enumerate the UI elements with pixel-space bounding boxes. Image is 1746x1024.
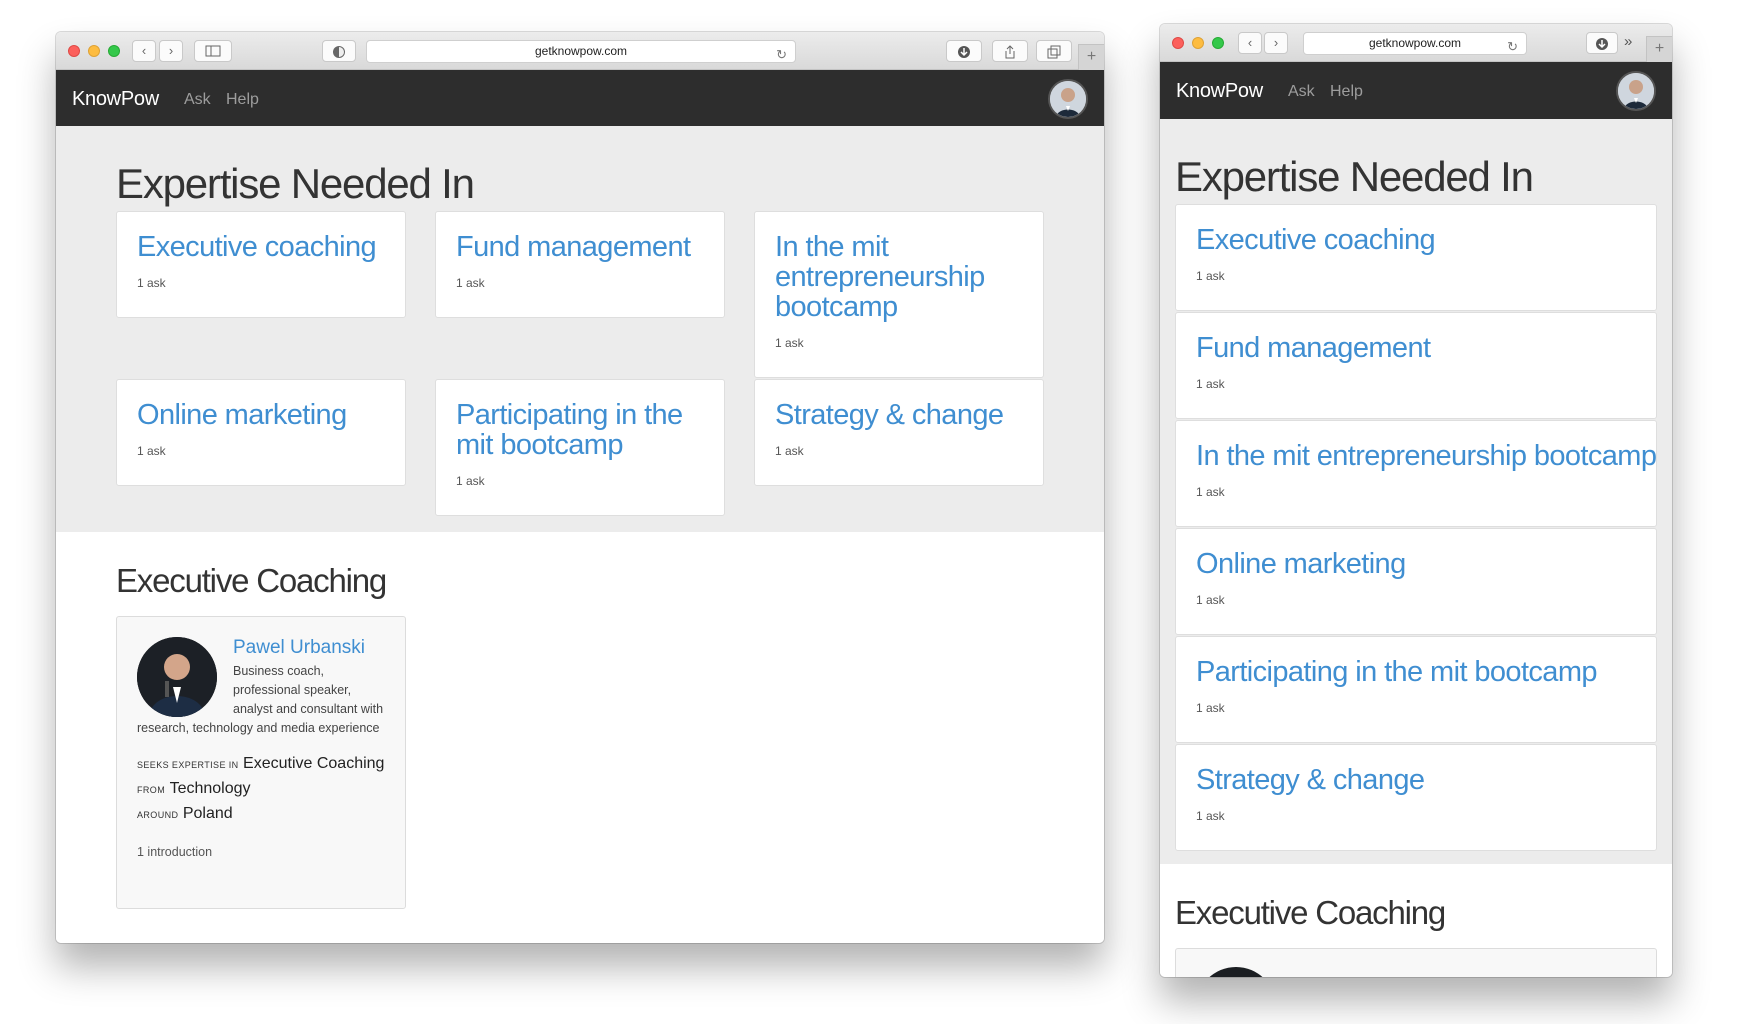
expertise-card[interactable]: Participating in the mit bootcamp 1 ask	[1175, 636, 1657, 743]
seeks-value: Executive Coaching	[243, 755, 385, 772]
minimize-window-button[interactable]	[1192, 37, 1204, 49]
new-tab-icon[interactable]: +	[1078, 44, 1104, 70]
forward-icon[interactable]: ›	[1264, 32, 1288, 54]
address-bar[interactable]: getknowpow.com ↻	[1303, 32, 1527, 55]
person-photo	[137, 637, 217, 717]
expertise-section: Expertise Needed In Executive coaching 1…	[56, 126, 1104, 532]
expertise-heading: Expertise Needed In	[1175, 153, 1534, 200]
executive-section: Executive Coaching	[1160, 864, 1672, 977]
reload-icon[interactable]: ↻	[1507, 36, 1518, 57]
browser-toolbar: ‹ › getknowpow.com ↻ » +	[1160, 24, 1672, 62]
downloads-icon[interactable]	[1586, 32, 1618, 54]
new-tab-icon[interactable]: +	[1646, 36, 1672, 62]
expertise-card[interactable]: In the mit entrepreneurship bootcamp 1 a…	[754, 211, 1044, 378]
back-icon[interactable]: ‹	[132, 40, 156, 62]
share-icon[interactable]	[992, 40, 1028, 62]
card-title[interactable]: Strategy & change	[1196, 765, 1636, 795]
card-count: 1 ask	[775, 444, 804, 458]
top-navbar: KnowPow Ask Help	[1160, 62, 1672, 119]
card-count: 1 ask	[1196, 701, 1225, 715]
expertise-card[interactable]: Strategy & change 1 ask	[754, 379, 1044, 486]
expertise-card[interactable]: Participating in the mit bootcamp 1 ask	[435, 379, 725, 516]
close-window-button[interactable]	[68, 45, 80, 57]
brand-logo[interactable]: KnowPow	[72, 88, 159, 111]
seeks-label: SEEKS EXPERTISE IN	[137, 760, 239, 770]
top-navbar: KnowPow Ask Help	[56, 70, 1104, 126]
card-count: 1 ask	[1196, 377, 1225, 391]
executive-heading: Executive Coaching	[1175, 894, 1446, 931]
url-text: getknowpow.com	[1368, 36, 1462, 50]
address-bar[interactable]: getknowpow.com ↻	[366, 40, 796, 63]
expertise-card[interactable]: Executive coaching 1 ask	[1175, 204, 1657, 311]
person-card[interactable]: Pawel Urbanski Business coach, professio…	[116, 616, 406, 909]
around-label: AROUND	[137, 810, 179, 820]
privacy-shield-icon[interactable]	[322, 40, 356, 62]
expertise-card[interactable]: Online marketing 1 ask	[116, 379, 406, 486]
card-count: 1 ask	[456, 276, 485, 290]
forward-icon[interactable]: ›	[159, 40, 183, 62]
zoom-window-button[interactable]	[1212, 37, 1224, 49]
card-title[interactable]: Strategy & change	[775, 400, 1023, 430]
card-count: 1 ask	[1196, 485, 1225, 499]
browser-toolbar: ‹ › getknowpow.com ↻ +	[56, 32, 1104, 70]
browser-window-desktop: ‹ › getknowpow.com ↻ + KnowPow Ask Help	[56, 32, 1104, 943]
sidebar-toggle-icon[interactable]	[194, 40, 232, 62]
person-photo	[1196, 967, 1276, 977]
minimize-window-button[interactable]	[88, 45, 100, 57]
card-count: 1 ask	[137, 444, 166, 458]
card-title[interactable]: Online marketing	[1196, 549, 1636, 579]
card-title[interactable]: In the mit entrepreneurship bootcamp	[775, 232, 1023, 322]
card-title[interactable]: Fund management	[456, 232, 704, 262]
card-title[interactable]: Participating in the mit bootcamp	[456, 400, 704, 460]
card-count: 1 ask	[137, 276, 166, 290]
expertise-heading: Expertise Needed In	[116, 160, 475, 207]
from-value: Technology	[169, 780, 251, 797]
expertise-section: Expertise Needed In Executive coaching 1…	[1160, 119, 1672, 864]
nav-link-ask[interactable]: Ask	[1288, 83, 1315, 101]
card-title[interactable]: Executive coaching	[137, 232, 385, 262]
around-value: Poland	[182, 805, 233, 822]
card-count: 1 ask	[1196, 809, 1225, 823]
from-label: FROM	[137, 785, 166, 795]
expertise-card[interactable]: Executive coaching 1 ask	[116, 211, 406, 318]
person-card[interactable]	[1175, 948, 1657, 977]
brand-logo[interactable]: KnowPow	[1176, 80, 1263, 103]
executive-section: Executive Coaching Pawel Urbanski Busine…	[56, 532, 1104, 943]
browser-window-mobile: ‹ › getknowpow.com ↻ » + KnowPow Ask Hel…	[1160, 24, 1672, 977]
introductions-count: 1 introduction	[137, 845, 213, 859]
expertise-card[interactable]: Fund management 1 ask	[435, 211, 725, 318]
user-avatar[interactable]	[1048, 79, 1088, 119]
card-count: 1 ask	[1196, 593, 1225, 607]
nav-link-help[interactable]: Help	[1330, 83, 1363, 101]
back-icon[interactable]: ‹	[1238, 32, 1262, 54]
executive-heading: Executive Coaching	[116, 562, 387, 599]
user-avatar[interactable]	[1616, 71, 1656, 111]
card-title[interactable]: Fund management	[1196, 333, 1636, 363]
close-window-button[interactable]	[1172, 37, 1184, 49]
card-title[interactable]: Participating in the mit bootcamp	[1196, 657, 1636, 687]
downloads-icon[interactable]	[946, 40, 982, 62]
expertise-card[interactable]: Strategy & change 1 ask	[1175, 744, 1657, 851]
card-title[interactable]: Executive coaching	[1196, 225, 1636, 255]
card-count: 1 ask	[456, 474, 485, 488]
more-icon[interactable]: »	[1624, 33, 1632, 50]
nav-link-ask[interactable]: Ask	[184, 91, 211, 109]
reload-icon[interactable]: ↻	[776, 44, 787, 65]
card-count: 1 ask	[1196, 269, 1225, 283]
nav-link-help[interactable]: Help	[226, 91, 259, 109]
card-title[interactable]: In the mit entrepreneurship bootcamp	[1196, 441, 1657, 471]
expertise-card[interactable]: Online marketing 1 ask	[1175, 528, 1657, 635]
url-text: getknowpow.com	[534, 44, 628, 58]
expertise-card[interactable]: Fund management 1 ask	[1175, 312, 1657, 419]
expertise-card[interactable]: In the mit entrepreneurship bootcamp 1 a…	[1175, 420, 1657, 527]
card-title[interactable]: Online marketing	[137, 400, 385, 430]
card-count: 1 ask	[775, 336, 804, 350]
zoom-window-button[interactable]	[108, 45, 120, 57]
tabs-overview-icon[interactable]	[1036, 40, 1072, 62]
